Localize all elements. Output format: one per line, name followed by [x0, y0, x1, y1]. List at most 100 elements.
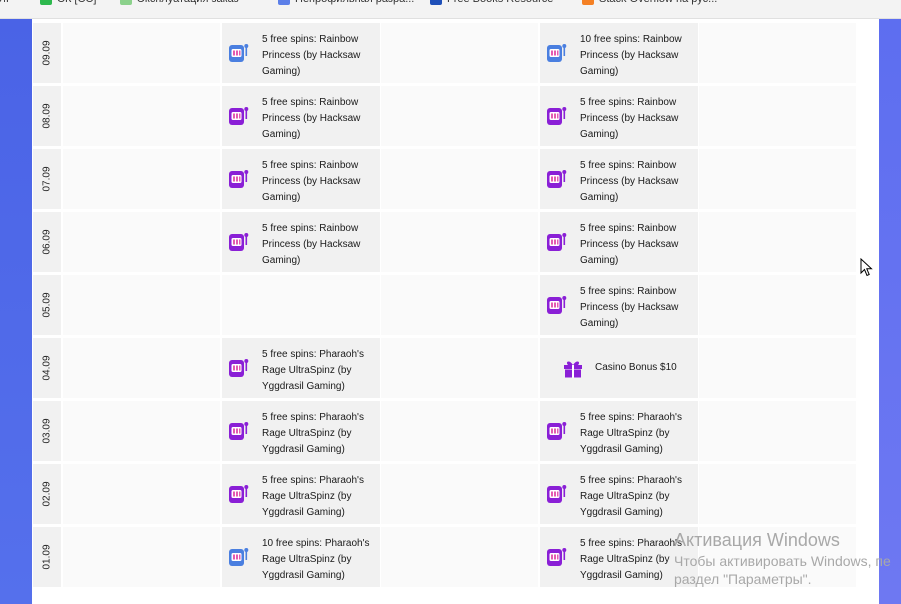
watermark-line: раздел "Параметры". — [674, 571, 812, 587]
reward-text: 5 free spins: Rainbow Princess (by Hacks… — [262, 160, 361, 203]
free-spins-card[interactable]: 5 free spins: Rainbow Princess (by Hacks… — [222, 149, 380, 209]
date-cell: 07.09 — [33, 149, 61, 209]
slot-machine-purple-icon — [546, 483, 568, 505]
bookmark-label: Эксплуатация заказ — [137, 0, 239, 5]
reward-text: 10 free spins: Rainbow Princess (by Hack… — [580, 34, 682, 77]
empty-day-cell — [381, 464, 538, 524]
bookmark-label: Непрофильная разра... — [295, 0, 414, 5]
free-spins-card[interactable]: 5 free spins: Rainbow Princess (by Hacks… — [540, 275, 698, 335]
empty-day-cell — [699, 464, 856, 524]
empty-day-cell — [63, 527, 220, 587]
empty-day-cell — [222, 275, 380, 335]
reward-text: 10 free spins: Pharaoh's Rage UltraSpinz… — [262, 538, 370, 581]
empty-day-cell — [63, 464, 220, 524]
free-spins-card[interactable]: 5 free spins: Rainbow Princess (by Hacks… — [540, 149, 698, 209]
free-spins-card[interactable]: 5 free spins: Rainbow Princess (by Hacks… — [222, 23, 380, 83]
bookmark-item[interactable]: Stack Overflow на рус... — [582, 0, 717, 5]
slot-machine-purple-icon — [228, 483, 250, 505]
free-spins-card[interactable]: 5 free spins: Pharaoh's Rage UltraSpinz … — [540, 401, 698, 461]
date-label: 01.09 — [41, 544, 53, 570]
empty-day-cell — [63, 86, 220, 146]
bookmark-item[interactable]: СК [СС] — [40, 0, 96, 5]
free-spins-card[interactable]: 5 free spins: Pharaoh's Rage UltraSpinz … — [222, 464, 380, 524]
reward-text: 5 free spins: Rainbow Princess (by Hacks… — [580, 286, 679, 329]
free-spins-card[interactable]: 5 free spins: Pharaoh's Rage UltraSpinz … — [222, 338, 380, 398]
free-spins-card[interactable]: 5 free spins: Pharaoh's Rage UltraSpinz … — [540, 464, 698, 524]
slot-machine-purple-icon — [546, 420, 568, 442]
bookmark-icon — [582, 0, 594, 5]
bookmark-label: Stack Overflow на рус... — [599, 0, 717, 5]
date-cell: 01.09 — [33, 527, 61, 587]
bookmark-icon — [430, 0, 442, 5]
calendar-row: 02.09 5 free spins: Pharaoh's Rage UltraS… — [32, 464, 856, 524]
empty-day-cell — [381, 149, 538, 209]
date-label: 05.09 — [41, 292, 53, 318]
slot-machine-purple-icon — [546, 546, 568, 568]
date-label: 02.09 — [41, 481, 53, 507]
reward-text: 5 free spins: Rainbow Princess (by Hacks… — [262, 223, 361, 266]
free-spins-card[interactable]: 10 free spins: Rainbow Princess (by Hack… — [540, 23, 698, 83]
casino-bonus-card[interactable]: Casino Bonus $10 — [540, 338, 698, 398]
free-spins-card[interactable]: 10 free spins: Pharaoh's Rage UltraSpinz… — [222, 527, 380, 587]
date-label: 03.09 — [41, 418, 53, 444]
bookmark-label: СК [СС] — [57, 0, 96, 5]
bookmark-icon — [120, 0, 132, 5]
empty-day-cell — [381, 23, 538, 83]
reward-text: 5 free spins: Pharaoh's Rage UltraSpinz … — [262, 349, 364, 392]
date-cell: 02.09 — [33, 464, 61, 524]
page-background-right — [879, 19, 901, 604]
empty-day-cell — [63, 149, 220, 209]
bookmark-label: ЙІ — [0, 0, 9, 5]
bookmark-item[interactable]: Непрофильная разра... — [278, 0, 414, 5]
bookmark-item[interactable]: Эксплуатация заказ — [120, 0, 239, 5]
slot-machine-blue-icon — [546, 42, 568, 64]
free-spins-card[interactable]: 5 free spins: Rainbow Princess (by Hacks… — [540, 212, 698, 272]
empty-day-cell — [699, 23, 856, 83]
date-cell: 09.09 — [33, 23, 61, 83]
date-cell: 08.09 — [33, 86, 61, 146]
reward-text: 5 free spins: Pharaoh's Rage UltraSpinz … — [580, 412, 682, 455]
reward-text: 5 free spins: Pharaoh's Rage UltraSpinz … — [580, 475, 682, 518]
slot-machine-purple-icon — [546, 105, 568, 127]
empty-day-cell — [63, 275, 220, 335]
empty-day-cell — [699, 401, 856, 461]
empty-day-cell — [63, 23, 220, 83]
watermark-line: Чтобы активировать Windows, пе — [674, 553, 891, 569]
calendar-row: 06.09 5 free spins: Rainbow Princess (by … — [32, 212, 856, 272]
empty-day-cell — [699, 275, 856, 335]
empty-day-cell — [699, 86, 856, 146]
free-spins-card[interactable]: 5 free spins: Pharaoh's Rage UltraSpinz … — [222, 401, 380, 461]
mouse-cursor-icon — [860, 258, 873, 277]
date-cell: 05.09 — [33, 275, 61, 335]
calendar-row: 08.09 5 free spins: Rainbow Princess (by … — [32, 86, 856, 146]
calendar-row: 03.09 5 free spins: Pharaoh's Rage UltraS… — [32, 401, 856, 461]
reward-text: 5 free spins: Rainbow Princess (by Hacks… — [580, 97, 679, 140]
page-background-left — [0, 19, 32, 604]
empty-day-cell — [699, 149, 856, 209]
bookmark-item[interactable]: ЙІ — [0, 0, 9, 5]
slot-machine-blue-icon — [228, 42, 250, 64]
date-cell: 06.09 — [33, 212, 61, 272]
reward-text: 5 free spins: Rainbow Princess (by Hacks… — [580, 160, 679, 203]
slot-machine-purple-icon — [228, 357, 250, 379]
bookmark-item[interactable]: Free Books Resource — [430, 0, 553, 5]
calendar-row: 07.09 5 free spins: Rainbow Princess (by … — [32, 149, 856, 209]
date-cell: 03.09 — [33, 401, 61, 461]
watermark-title: Активация Windows — [674, 530, 840, 550]
bookmark-icon — [278, 0, 290, 5]
empty-day-cell — [63, 338, 220, 398]
reward-text: Casino Bonus $10 — [595, 362, 677, 373]
slot-machine-purple-icon — [546, 294, 568, 316]
empty-day-cell — [63, 212, 220, 272]
date-label: 09.09 — [41, 40, 53, 66]
reward-text: 5 free spins: Rainbow Princess (by Hacks… — [262, 34, 361, 77]
empty-day-cell — [381, 275, 538, 335]
free-spins-card[interactable]: 5 free spins: Rainbow Princess (by Hacks… — [222, 86, 380, 146]
reward-text: 5 free spins: Pharaoh's Rage UltraSpinz … — [262, 475, 364, 518]
calendar-row: 09.09 5 free spins: Rainbow Princess (by … — [32, 23, 856, 83]
reward-text: 5 free spins: Pharaoh's Rage UltraSpinz … — [262, 412, 364, 455]
calendar-row: 04.09 5 free spins: Pharaoh's Rage UltraS… — [32, 338, 856, 398]
free-spins-card[interactable]: 5 free spins: Rainbow Princess (by Hacks… — [222, 212, 380, 272]
free-spins-card[interactable]: 5 free spins: Rainbow Princess (by Hacks… — [540, 86, 698, 146]
slot-machine-purple-icon — [546, 168, 568, 190]
